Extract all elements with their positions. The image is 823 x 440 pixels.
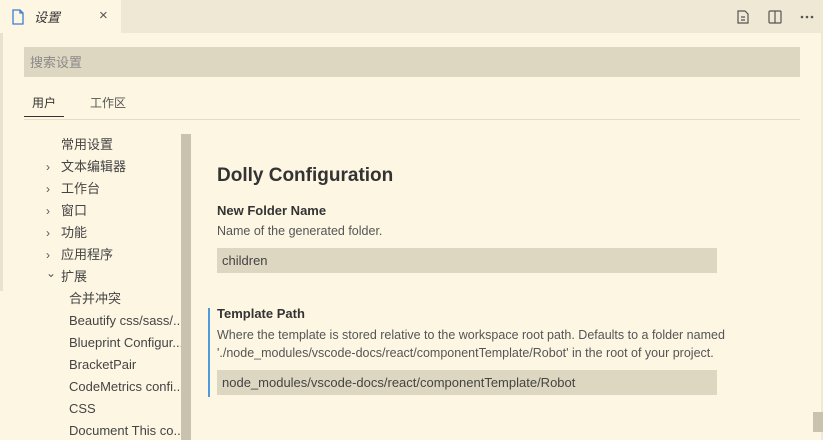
toc-item-label: 应用程序 bbox=[61, 247, 114, 262]
chevron-right-icon: › bbox=[46, 248, 50, 262]
tab-title: 设置 bbox=[34, 10, 61, 25]
toc-item[interactable]: CSS bbox=[24, 398, 191, 420]
toc-item-label: Document This co... bbox=[69, 423, 185, 438]
settings-content: Dolly Configuration New Folder Name Name… bbox=[191, 134, 823, 440]
settings-scope-tabs: 用户 工作区 bbox=[24, 92, 152, 119]
file-icon bbox=[12, 8, 24, 25]
chevron-right-icon: › bbox=[46, 204, 50, 218]
tab-workspace[interactable]: 工作区 bbox=[82, 92, 134, 117]
editor-actions bbox=[727, 0, 823, 33]
chevron-right-icon: › bbox=[46, 226, 50, 240]
toc-item[interactable]: CodeMetrics confi... bbox=[24, 376, 191, 398]
search-input[interactable] bbox=[30, 54, 794, 70]
toc-scrollbar[interactable] bbox=[181, 134, 191, 440]
toc-item-label: 功能 bbox=[61, 225, 88, 240]
toc-item[interactable]: Beautify css/sass/... bbox=[24, 310, 191, 332]
chevron-right-icon: › bbox=[46, 160, 50, 174]
toc-item-label: CodeMetrics confi... bbox=[69, 379, 184, 394]
setting-label: Template Path bbox=[217, 306, 305, 321]
toc-item-label: 扩展 bbox=[61, 269, 88, 284]
setting-description: Where the template is stored relative to… bbox=[217, 328, 725, 360]
tab-bar: 设置 × bbox=[0, 0, 823, 33]
new-folder-name-input[interactable]: children bbox=[217, 248, 717, 273]
tab-user[interactable]: 用户 bbox=[24, 92, 65, 117]
open-settings-json-icon[interactable] bbox=[727, 0, 759, 33]
toc-item[interactable]: › 应用程序 bbox=[24, 244, 191, 266]
settings-search-box[interactable] bbox=[24, 47, 800, 77]
toc-item[interactable]: › 窗口 bbox=[24, 200, 191, 222]
chevron-down-icon: ⌄ bbox=[46, 266, 57, 280]
toc-item[interactable]: Document This co... bbox=[24, 420, 191, 440]
toc-item[interactable]: 常用设置 bbox=[24, 134, 191, 156]
toc-item[interactable]: BracketPair bbox=[24, 354, 191, 376]
toc-item[interactable]: ⌄ 扩展 bbox=[24, 266, 191, 288]
toc-item-label: Beautify css/sass/... bbox=[69, 313, 184, 328]
divider bbox=[24, 119, 800, 120]
toc-item[interactable]: › 文本编辑器 bbox=[24, 156, 191, 178]
toc-item-label: Blueprint Configur... bbox=[69, 335, 184, 350]
split-editor-icon[interactable] bbox=[759, 0, 791, 33]
toc-item-label: CSS bbox=[69, 401, 96, 416]
toc-item-label: 合并冲突 bbox=[69, 291, 122, 306]
toc-item-label: 常用设置 bbox=[61, 137, 114, 152]
setting-description: Name of the generated folder. bbox=[217, 224, 383, 238]
template-path-input[interactable]: node_modules/vscode-docs/react/component… bbox=[217, 370, 717, 395]
chevron-right-icon: › bbox=[46, 182, 50, 196]
toc-item[interactable]: › 工作台 bbox=[24, 178, 191, 200]
left-edge bbox=[0, 33, 3, 291]
section-title: Dolly Configuration bbox=[217, 165, 394, 186]
toc-item[interactable]: › 功能 bbox=[24, 222, 191, 244]
toc-item-label: BracketPair bbox=[69, 357, 137, 372]
settings-toc: 常用设置 › 文本编辑器 › 工作台 › 窗口 › 功能 › 应用程序 ⌄ 扩展合并冲突 Beautify… bbox=[24, 134, 191, 440]
focus-indicator bbox=[208, 308, 210, 397]
close-icon[interactable]: × bbox=[99, 8, 108, 24]
settings-tab[interactable]: 设置 × bbox=[0, 0, 121, 33]
toc-item-label: 窗口 bbox=[61, 203, 88, 218]
toc-item[interactable]: 合并冲突 bbox=[24, 288, 191, 310]
setting-label: New Folder Name bbox=[217, 203, 327, 218]
more-actions-icon[interactable] bbox=[791, 0, 823, 33]
toc-item-label: 文本编辑器 bbox=[61, 159, 127, 174]
toc-item-label: 工作台 bbox=[61, 181, 101, 196]
toc-item[interactable]: Blueprint Configur... bbox=[24, 332, 191, 354]
content-scrollbar[interactable] bbox=[813, 412, 823, 432]
